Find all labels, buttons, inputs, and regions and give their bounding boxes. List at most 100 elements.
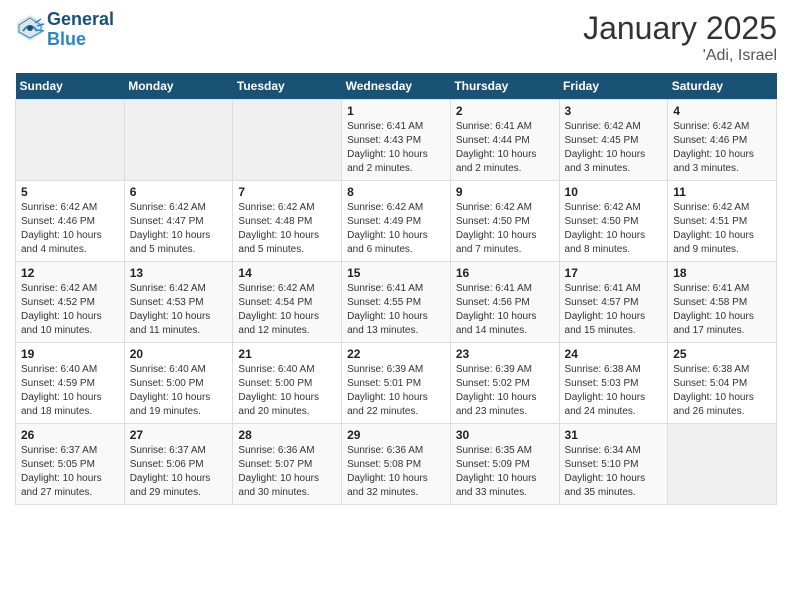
day-info: Sunrise: 6:42 AM Sunset: 4:48 PM Dayligh… <box>238 201 336 257</box>
calendar-cell: 16 Sunrise: 6:41 AM Sunset: 4:56 PM Dayli… <box>450 262 559 343</box>
week-row-1: 1Sunrise: 6:41 AM Sunset: 4:43 PM Daylig… <box>16 100 777 181</box>
logo-icon <box>15 13 45 43</box>
day-info: Sunrise: 6:34 AM Sunset: 5:10 PM Dayligh… <box>565 444 663 500</box>
calendar-cell: 13 Sunrise: 6:42 AM Sunset: 4:53 PM Dayli… <box>124 262 233 343</box>
day-info: Sunrise: 6:41 AM Sunset: 4:58 PM Dayligh… <box>673 282 771 338</box>
day-number: 10 <box>565 185 663 199</box>
location: 'Adi, Israel <box>583 47 777 65</box>
logo-blue: Blue <box>47 29 86 49</box>
calendar-cell: 25Sunrise: 6:38 AM Sunset: 5:04 PM Dayli… <box>668 343 777 424</box>
calendar-cell: 29 Sunrise: 6:36 AM Sunset: 5:08 PM Dayli… <box>342 424 451 505</box>
calendar-cell: 18 Sunrise: 6:41 AM Sunset: 4:58 PM Dayli… <box>668 262 777 343</box>
day-info: Sunrise: 6:36 AM Sunset: 5:08 PM Dayligh… <box>347 444 445 500</box>
calendar-cell: 15Sunrise: 6:41 AM Sunset: 4:55 PM Dayli… <box>342 262 451 343</box>
title-block: January 2025 'Adi, Israel <box>583 10 777 65</box>
day-number: 6 <box>130 185 228 199</box>
day-number: 26 <box>21 428 119 442</box>
weekday-header-monday: Monday <box>124 73 233 100</box>
day-info: Sunrise: 6:36 AM Sunset: 5:07 PM Dayligh… <box>238 444 336 500</box>
day-info: Sunrise: 6:39 AM Sunset: 5:01 PM Dayligh… <box>347 363 445 419</box>
day-info: Sunrise: 6:42 AM Sunset: 4:50 PM Dayligh… <box>565 201 663 257</box>
calendar-cell <box>16 100 125 181</box>
day-info: Sunrise: 6:42 AM Sunset: 4:51 PM Dayligh… <box>673 201 771 257</box>
day-info: Sunrise: 6:41 AM Sunset: 4:43 PM Dayligh… <box>347 120 445 176</box>
day-info: Sunrise: 6:37 AM Sunset: 5:06 PM Dayligh… <box>130 444 228 500</box>
month-title: January 2025 <box>583 10 777 47</box>
calendar-cell <box>668 424 777 505</box>
week-row-5: 26 Sunrise: 6:37 AM Sunset: 5:05 PM Dayli… <box>16 424 777 505</box>
day-info: Sunrise: 6:38 AM Sunset: 5:03 PM Dayligh… <box>565 363 663 419</box>
day-info: Sunrise: 6:38 AM Sunset: 5:04 PM Dayligh… <box>673 363 771 419</box>
day-info: Sunrise: 6:41 AM Sunset: 4:44 PM Dayligh… <box>456 120 554 176</box>
calendar-cell: 10 Sunrise: 6:42 AM Sunset: 4:50 PM Dayli… <box>559 181 668 262</box>
day-number: 18 <box>673 266 771 280</box>
calendar-cell: 5 Sunrise: 6:42 AM Sunset: 4:46 PM Daylig… <box>16 181 125 262</box>
day-number: 16 <box>456 266 554 280</box>
week-row-4: 19 Sunrise: 6:40 AM Sunset: 4:59 PM Dayli… <box>16 343 777 424</box>
day-number: 19 <box>21 347 119 361</box>
day-number: 3 <box>565 104 663 118</box>
day-number: 13 <box>130 266 228 280</box>
day-info: Sunrise: 6:39 AM Sunset: 5:02 PM Dayligh… <box>456 363 554 419</box>
day-info: Sunrise: 6:42 AM Sunset: 4:47 PM Dayligh… <box>130 201 228 257</box>
day-number: 21 <box>238 347 336 361</box>
calendar-cell <box>233 100 342 181</box>
week-row-3: 12Sunrise: 6:42 AM Sunset: 4:52 PM Dayli… <box>16 262 777 343</box>
day-number: 11 <box>673 185 771 199</box>
calendar-cell: 26 Sunrise: 6:37 AM Sunset: 5:05 PM Dayli… <box>16 424 125 505</box>
day-info: Sunrise: 6:37 AM Sunset: 5:05 PM Dayligh… <box>21 444 119 500</box>
day-number: 22 <box>347 347 445 361</box>
calendar-cell <box>124 100 233 181</box>
day-number: 8 <box>347 185 445 199</box>
calendar-cell: 22 Sunrise: 6:39 AM Sunset: 5:01 PM Dayli… <box>342 343 451 424</box>
calendar-cell: 24 Sunrise: 6:38 AM Sunset: 5:03 PM Dayli… <box>559 343 668 424</box>
calendar-cell: 4Sunrise: 6:42 AM Sunset: 4:46 PM Daylig… <box>668 100 777 181</box>
day-info: Sunrise: 6:42 AM Sunset: 4:53 PM Dayligh… <box>130 282 228 338</box>
weekday-header-tuesday: Tuesday <box>233 73 342 100</box>
calendar-cell: 2Sunrise: 6:41 AM Sunset: 4:44 PM Daylig… <box>450 100 559 181</box>
day-info: Sunrise: 6:41 AM Sunset: 4:55 PM Dayligh… <box>347 282 445 338</box>
day-info: Sunrise: 6:40 AM Sunset: 4:59 PM Dayligh… <box>21 363 119 419</box>
weekday-header-saturday: Saturday <box>668 73 777 100</box>
day-number: 12 <box>21 266 119 280</box>
day-info: Sunrise: 6:41 AM Sunset: 4:57 PM Dayligh… <box>565 282 663 338</box>
day-info: Sunrise: 6:42 AM Sunset: 4:49 PM Dayligh… <box>347 201 445 257</box>
day-number: 14 <box>238 266 336 280</box>
calendar-cell: 20Sunrise: 6:40 AM Sunset: 5:00 PM Dayli… <box>124 343 233 424</box>
day-info: Sunrise: 6:35 AM Sunset: 5:09 PM Dayligh… <box>456 444 554 500</box>
day-number: 28 <box>238 428 336 442</box>
calendar-cell: 27 Sunrise: 6:37 AM Sunset: 5:06 PM Dayli… <box>124 424 233 505</box>
calendar-cell: 7Sunrise: 6:42 AM Sunset: 4:48 PM Daylig… <box>233 181 342 262</box>
logo-general: General <box>47 9 114 29</box>
day-number: 27 <box>130 428 228 442</box>
day-info: Sunrise: 6:42 AM Sunset: 4:46 PM Dayligh… <box>21 201 119 257</box>
day-number: 29 <box>347 428 445 442</box>
weekday-header-friday: Friday <box>559 73 668 100</box>
day-info: Sunrise: 6:42 AM Sunset: 4:46 PM Dayligh… <box>673 120 771 176</box>
day-number: 20 <box>130 347 228 361</box>
logo: General Blue <box>15 10 114 50</box>
day-number: 5 <box>21 185 119 199</box>
day-number: 9 <box>456 185 554 199</box>
calendar-table: SundayMondayTuesdayWednesdayThursdayFrid… <box>15 73 777 505</box>
calendar-cell: 21 Sunrise: 6:40 AM Sunset: 5:00 PM Dayli… <box>233 343 342 424</box>
calendar-cell: 3 Sunrise: 6:42 AM Sunset: 4:45 PM Daylig… <box>559 100 668 181</box>
weekday-header-thursday: Thursday <box>450 73 559 100</box>
day-number: 31 <box>565 428 663 442</box>
calendar-cell: 17 Sunrise: 6:41 AM Sunset: 4:57 PM Dayli… <box>559 262 668 343</box>
week-row-2: 5 Sunrise: 6:42 AM Sunset: 4:46 PM Daylig… <box>16 181 777 262</box>
weekday-header-wednesday: Wednesday <box>342 73 451 100</box>
day-number: 17 <box>565 266 663 280</box>
weekday-header-sunday: Sunday <box>16 73 125 100</box>
day-info: Sunrise: 6:41 AM Sunset: 4:56 PM Dayligh… <box>456 282 554 338</box>
weekday-header-row: SundayMondayTuesdayWednesdayThursdayFrid… <box>16 73 777 100</box>
calendar-cell: 19 Sunrise: 6:40 AM Sunset: 4:59 PM Dayli… <box>16 343 125 424</box>
calendar-cell: 31 Sunrise: 6:34 AM Sunset: 5:10 PM Dayli… <box>559 424 668 505</box>
calendar-cell: 11 Sunrise: 6:42 AM Sunset: 4:51 PM Dayli… <box>668 181 777 262</box>
day-info: Sunrise: 6:40 AM Sunset: 5:00 PM Dayligh… <box>238 363 336 419</box>
calendar-cell: 12Sunrise: 6:42 AM Sunset: 4:52 PM Dayli… <box>16 262 125 343</box>
calendar-cell: 28 Sunrise: 6:36 AM Sunset: 5:07 PM Dayli… <box>233 424 342 505</box>
page-container: General Blue January 2025 'Adi, Israel S… <box>0 0 792 515</box>
day-number: 24 <box>565 347 663 361</box>
day-info: Sunrise: 6:42 AM Sunset: 4:45 PM Dayligh… <box>565 120 663 176</box>
